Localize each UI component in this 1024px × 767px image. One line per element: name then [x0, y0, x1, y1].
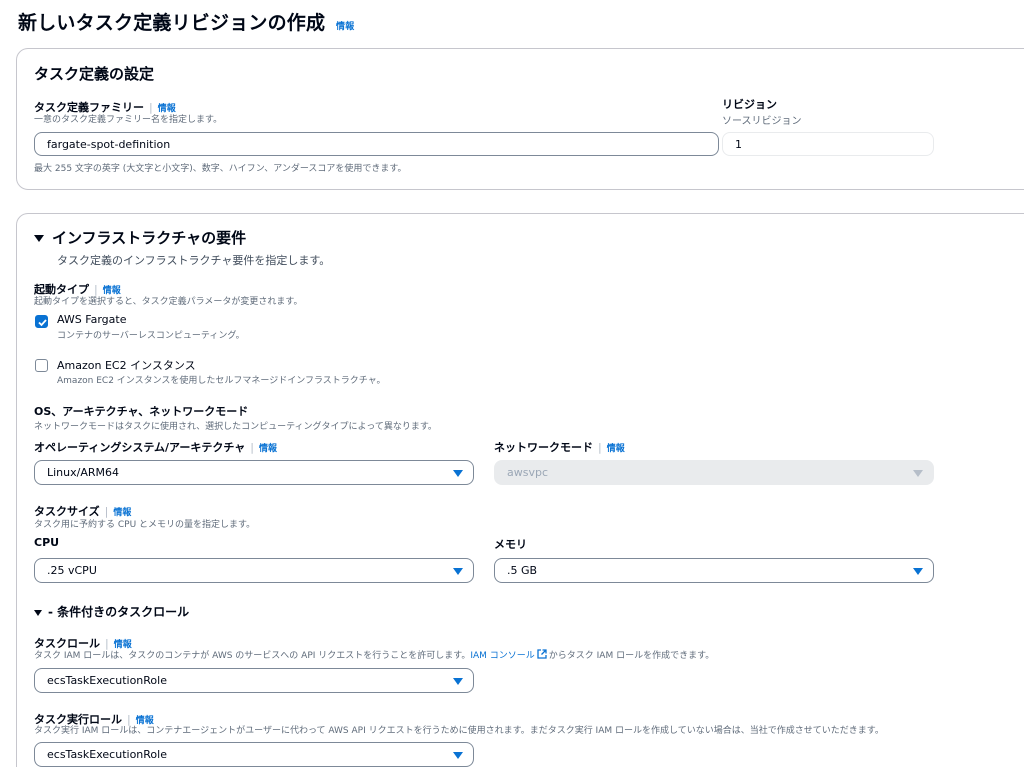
memory-label: メモリ [494, 538, 527, 551]
exec-role-description: タスク実行 IAM ロールは、コンテナエージェントがユーザーに代わって AWS … [34, 726, 884, 736]
fargate-description: コンテナのサーバーレスコンピューティング。 [57, 331, 245, 341]
iam-console-link[interactable]: IAM コンソール [470, 651, 534, 661]
cpu-select-value: .25 vCPU [47, 564, 97, 577]
external-link-icon [537, 649, 547, 659]
revision-label: リビジョン [722, 98, 777, 111]
memory-select-value: .5 GB [507, 564, 538, 577]
revision-input: 1 [722, 132, 934, 156]
network-label-row: ネットワークモード | 情報 [494, 436, 625, 455]
task-role-select[interactable]: ecsTaskExecutionRole [34, 668, 474, 693]
expand-triangle-icon [34, 609, 42, 616]
os-label-row: オペレーティングシステム/アーキテクチャ | 情報 [34, 436, 277, 455]
ec2-description: Amazon EC2 インスタンスを使用したセルフマネージドインフラストラクチャ… [57, 376, 386, 386]
os-label: オペレーティングシステム/アーキテクチャ [34, 441, 246, 454]
caret-down-icon [913, 470, 923, 477]
caret-down-icon [453, 568, 463, 575]
expand-triangle-icon [34, 235, 44, 242]
network-select-value: awsvpc [507, 466, 549, 479]
ec2-checkbox[interactable] [35, 359, 48, 372]
page-info-link[interactable]: 情報 [336, 22, 354, 32]
divider: | [250, 441, 254, 454]
memory-select[interactable]: .5 GB [494, 558, 934, 583]
os-info-link[interactable]: 情報 [259, 444, 277, 454]
ec2-label[interactable]: Amazon EC2 インスタンス [57, 357, 196, 373]
exec-role-select-value: ecsTaskExecutionRole [47, 748, 167, 761]
infrastructure-heading[interactable]: インフラストラクチャの要件 [34, 227, 246, 248]
family-description: 一意のタスク定義ファミリー名を指定します。 [34, 115, 223, 125]
conditional-task-role-toggle[interactable]: - 条件付きのタスクロール [34, 603, 189, 620]
divider: | [598, 441, 602, 454]
cpu-label: CPU [34, 536, 60, 549]
caret-down-icon [453, 752, 463, 759]
caret-down-icon [453, 678, 463, 685]
exec-role-select[interactable]: ecsTaskExecutionRole [34, 742, 474, 767]
fargate-label[interactable]: AWS Fargate [57, 313, 126, 326]
task-definition-settings-heading: タスク定義の設定 [34, 65, 155, 83]
fargate-checkbox[interactable] [35, 315, 48, 328]
family-hint: 最大 255 文字の英字 (大文字と小文字)、数字、ハイフン、アンダースコアを使… [34, 164, 407, 174]
network-mode-select: awsvpc [494, 460, 934, 485]
family-name-input[interactable]: fargate-spot-definition [34, 132, 719, 156]
task-role-select-value: ecsTaskExecutionRole [47, 674, 167, 687]
page-title: 新しいタスク定義リビジョンの作成 情報 [18, 12, 355, 34]
check-icon [38, 319, 47, 327]
revision-description: ソースリビジョン [722, 116, 802, 127]
cpu-select[interactable]: .25 vCPU [34, 558, 474, 583]
os-select[interactable]: Linux/ARM64 [34, 460, 474, 485]
task-role-description: タスク IAM ロールは、タスクのコンテナが AWS のサービスへの API リ… [34, 649, 715, 661]
caret-down-icon [913, 568, 923, 575]
infrastructure-description: タスク定義のインフラストラクチャ要件を指定します。 [57, 254, 331, 267]
launch-type-description: 起動タイプを選択すると、タスク定義パラメータが変更されます。 [34, 297, 303, 307]
network-label: ネットワークモード [494, 441, 593, 454]
os-select-value: Linux/ARM64 [47, 466, 119, 479]
caret-down-icon [453, 470, 463, 477]
network-info-link[interactable]: 情報 [607, 444, 625, 454]
infrastructure-card: インフラストラクチャの要件 タスク定義のインフラストラクチャ要件を指定します。 … [16, 213, 1024, 767]
os-section-label: OS、アーキテクチャ、ネットワークモード [34, 405, 249, 418]
os-section-description: ネットワークモードはタスクに使用され、選択したコンピューティングタイプによって異… [34, 422, 437, 432]
task-size-description: タスク用に予約する CPU とメモリの量を指定します。 [34, 520, 256, 530]
task-definition-settings-card: タスク定義の設定 タスク定義ファミリー | 情報 一意のタスク定義ファミリー名を指定… [16, 48, 1024, 190]
